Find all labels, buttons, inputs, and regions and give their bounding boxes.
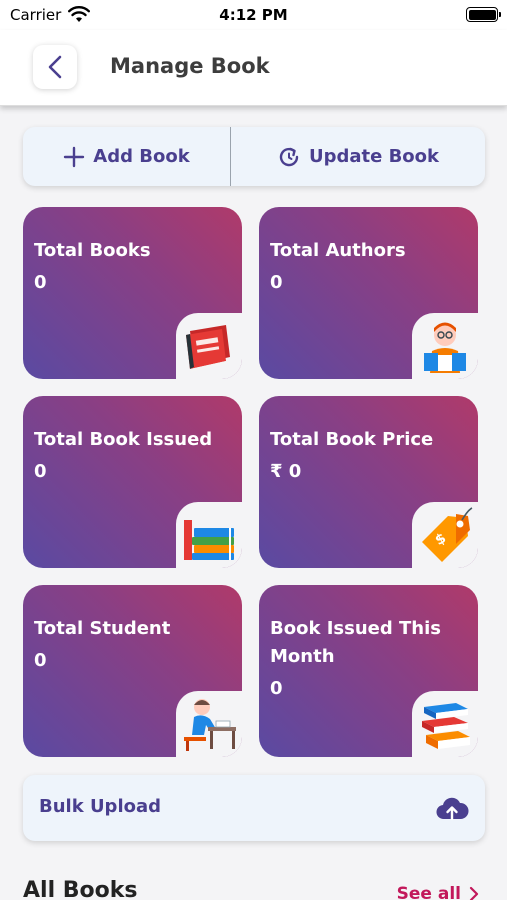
stat-title: Book Issued This Month <box>270 618 441 667</box>
book-icon <box>186 325 230 372</box>
see-all-link[interactable]: See all <box>397 884 479 900</box>
battery-icon <box>466 7 501 22</box>
add-book-button[interactable]: Add Book <box>23 127 230 186</box>
books-pile-icon <box>422 703 470 749</box>
stat-value: 0 <box>270 678 283 699</box>
stat-card-total-authors[interactable]: Total Authors 0 <box>259 207 478 379</box>
action-bar: Add Book Update Book <box>23 127 485 186</box>
stat-card-total-book-price[interactable]: Total Book Price ₹ 0 $ <box>259 396 478 568</box>
stat-value: ₹ 0 <box>270 461 302 482</box>
stat-card-total-student[interactable]: Total Student 0 <box>23 585 242 757</box>
stat-title: Total Book Price <box>270 429 434 450</box>
stat-value: 0 <box>34 650 47 671</box>
stat-title: Total Student <box>34 618 171 639</box>
update-book-button[interactable]: Update Book <box>231 127 485 186</box>
author-icon <box>424 322 466 373</box>
bulk-upload-label: Bulk Upload <box>39 796 162 817</box>
stat-card-total-book-issued[interactable]: Total Book Issued 0 <box>23 396 242 568</box>
refresh-icon <box>279 147 299 166</box>
update-book-label: Update Book <box>308 146 440 167</box>
add-book-label: Add Book <box>93 146 190 167</box>
bulk-upload-button[interactable]: Bulk Upload <box>23 775 485 841</box>
see-all-label: See all <box>396 884 461 900</box>
stat-title: Total Books <box>34 240 151 261</box>
plus-icon <box>64 146 85 167</box>
book-stack-icon <box>184 520 234 560</box>
back-button[interactable] <box>33 45 77 89</box>
stat-title: Total Book Issued <box>34 429 213 450</box>
page-title: Manage Book <box>110 54 270 78</box>
stat-title: Total Authors <box>270 240 406 261</box>
student-icon <box>184 699 236 751</box>
cloud-upload-icon <box>436 797 469 821</box>
chevron-left-icon <box>48 55 62 79</box>
clock: 4:12 PM <box>219 6 288 24</box>
stat-value: 0 <box>34 461 47 482</box>
all-books-heading: All Books <box>23 878 138 900</box>
stat-card-book-issued-this-month[interactable]: Book Issued This Month 0 <box>259 585 478 757</box>
stat-card-total-books[interactable]: Total Books 0 <box>23 207 242 379</box>
status-bar: Carrier 4:12 PM <box>0 0 507 30</box>
header: Manage Book <box>0 30 507 106</box>
stat-value: 0 <box>34 272 47 293</box>
price-tag-icon: $ <box>422 507 473 562</box>
stat-value: 0 <box>270 272 283 293</box>
chevron-right-icon <box>469 886 479 900</box>
